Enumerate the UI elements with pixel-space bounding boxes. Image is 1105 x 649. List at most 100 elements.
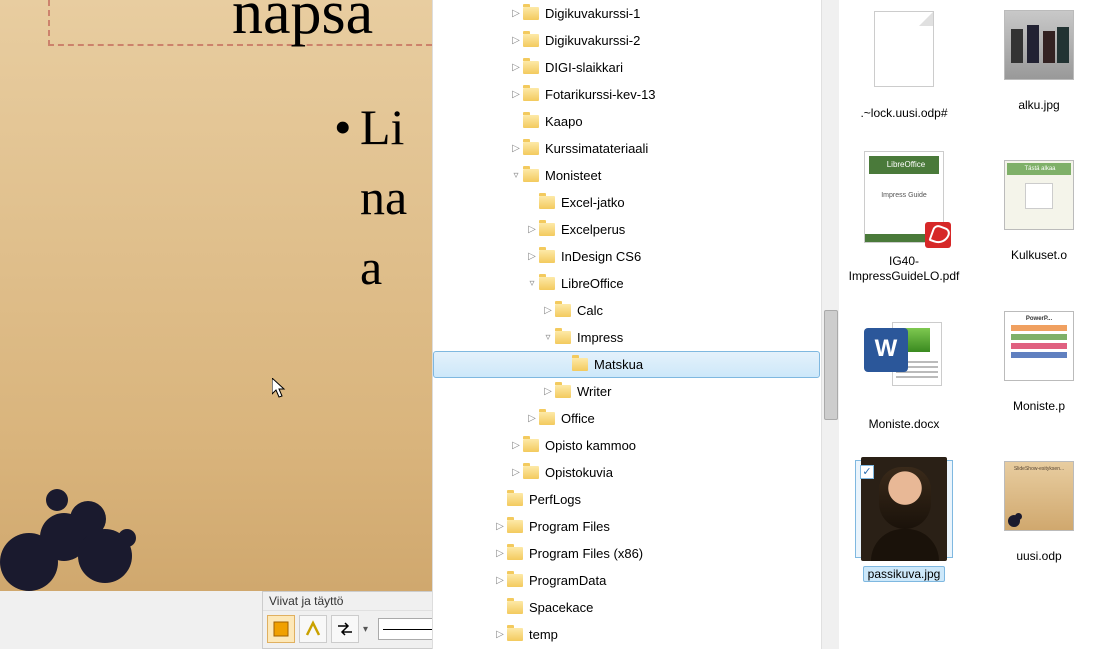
tree-folder-item[interactable]: ▷Digikuvakurssi-1 xyxy=(433,0,820,27)
file-item[interactable]: .~lock.uusi.odp# xyxy=(839,0,969,120)
tree-expander-icon[interactable]: ▷ xyxy=(509,8,523,19)
dropdown-caret-icon[interactable]: ▾ xyxy=(363,624,368,635)
tree-expander-icon[interactable]: ▷ xyxy=(493,575,507,586)
tree-folder-item[interactable]: ▷ Opistokuvia xyxy=(433,459,820,486)
folder-icon xyxy=(507,520,523,533)
slide-canvas[interactable]: napsa • Li na a xyxy=(0,0,432,591)
tree-folder-item[interactable]: ▿LibreOffice xyxy=(433,270,820,297)
tree-expander-icon[interactable]: ▷ xyxy=(509,35,523,46)
tree-expander-icon[interactable]: ▷ xyxy=(541,305,555,316)
tree-folder-item[interactable]: ▷ Fotarikurssi-kev-13 xyxy=(433,81,820,108)
tree-item-label: Digikuvakurssi-2 xyxy=(545,33,640,48)
tree-folder-item[interactable]: ▷Kurssimatateriaali xyxy=(433,135,820,162)
folder-icon xyxy=(523,34,539,47)
file-item[interactable]: ✓ passikuva.jpg xyxy=(839,460,969,582)
line-style-button[interactable] xyxy=(299,615,327,643)
tree-expander-icon[interactable]: ▷ xyxy=(509,62,523,73)
scrollbar-thumb[interactable] xyxy=(824,310,838,420)
vertical-scrollbar[interactable] xyxy=(821,0,839,649)
folder-icon xyxy=(539,277,555,290)
file-label: Moniste.p xyxy=(999,399,1079,413)
slide-title-text: napsa xyxy=(232,0,373,49)
slide-body-line: na xyxy=(360,169,407,225)
folder-icon xyxy=(507,493,523,506)
tree-expander-icon[interactable]: ▷ xyxy=(541,386,555,397)
tree-item-label: Excel-jatko xyxy=(561,195,625,210)
tree-folder-item[interactable]: ▷Office xyxy=(433,405,820,432)
tree-expander-icon[interactable]: ▿ xyxy=(525,278,539,289)
tree-folder-item[interactable]: PerfLogs xyxy=(433,486,820,513)
arrow-style-button[interactable] xyxy=(331,615,359,643)
file-thumbnail: W xyxy=(855,311,953,409)
slide-body-line: a xyxy=(360,239,382,295)
tree-expander-icon[interactable]: ▷ xyxy=(509,440,523,451)
tree-item-label: Impress xyxy=(577,330,623,345)
tree-item-label: Monisteet xyxy=(545,168,601,183)
tree-expander-icon[interactable]: ▷ xyxy=(525,251,539,262)
file-label: .~lock.uusi.odp# xyxy=(839,106,969,120)
tree-folder-item[interactable]: ▿ Monisteet xyxy=(433,162,820,189)
tree-folder-item[interactable]: ▷Program Files (x86) xyxy=(433,540,820,567)
tree-item-label: Opistokuvia xyxy=(545,465,613,480)
tree-folder-item[interactable]: ▷Opisto kammoo xyxy=(433,432,820,459)
tree-folder-item[interactable]: Kaapo xyxy=(433,108,820,135)
tree-item-label: DIGI-slaikkari xyxy=(545,60,623,75)
tree-expander-icon[interactable]: ▿ xyxy=(509,170,523,181)
tree-item-label: temp xyxy=(529,627,558,642)
tree-expander-icon[interactable]: ▷ xyxy=(493,548,507,559)
tree-expander-icon[interactable]: ▷ xyxy=(493,629,507,640)
tree-item-label: Fotarikurssi-kev-13 xyxy=(545,87,656,102)
file-label: Moniste.docx xyxy=(839,417,969,431)
file-label: passikuva.jpg xyxy=(863,566,946,582)
file-label: uusi.odp xyxy=(999,549,1079,563)
folder-icon xyxy=(507,601,523,614)
folder-icon xyxy=(523,439,539,452)
folder-icon xyxy=(539,223,555,236)
tree-item-label: Kaapo xyxy=(545,114,583,129)
tree-folder-item[interactable]: Matskua xyxy=(433,351,820,378)
slide-body-text: • Li na a xyxy=(360,92,407,302)
tree-folder-item[interactable]: Excel-jatko xyxy=(433,189,820,216)
tree-folder-item[interactable]: ▷ Writer xyxy=(433,378,820,405)
file-item[interactable]: PowerP... Moniste.p xyxy=(999,301,1079,413)
fill-color-button[interactable] xyxy=(267,615,295,643)
tree-expander-icon[interactable]: ▿ xyxy=(541,332,555,343)
tree-folder-item[interactable]: ▿ Impress xyxy=(433,324,820,351)
file-label: IG40-ImpressGuideLO.pdf xyxy=(839,254,969,283)
tree-expander-icon[interactable]: ▷ xyxy=(493,521,507,532)
tree-folder-item[interactable]: Spacekace xyxy=(433,594,820,621)
tree-folder-item[interactable]: ▷InDesign CS6 xyxy=(433,243,820,270)
folder-icon xyxy=(523,466,539,479)
file-item[interactable]: Tästä alkaaKulkuset.o xyxy=(999,150,1079,262)
folder-icon xyxy=(539,196,555,209)
ink-blot xyxy=(118,529,136,547)
folder-icon xyxy=(555,331,571,344)
file-thumbnail-pane: .~lock.uusi.odp# LibreOfficeImpress Guide… xyxy=(839,0,1105,649)
tree-folder-item[interactable]: ▷ Calc xyxy=(433,297,820,324)
tree-item-label: Writer xyxy=(577,384,611,399)
file-item[interactable]: W Moniste.docx xyxy=(839,311,969,431)
tree-item-label: Calc xyxy=(577,303,603,318)
tree-folder-item[interactable]: ▷ProgramData xyxy=(433,567,820,594)
folder-tree[interactable]: ▷Digikuvakurssi-1▷Digikuvakurssi-2▷DIGI-… xyxy=(433,0,820,649)
tree-expander-icon[interactable]: ▷ xyxy=(525,224,539,235)
folder-icon xyxy=(523,61,539,74)
tree-expander-icon[interactable]: ▷ xyxy=(525,413,539,424)
tree-item-label: PerfLogs xyxy=(529,492,581,507)
file-item[interactable]: LibreOfficeImpress GuideIG40-ImpressGuid… xyxy=(839,148,969,283)
selected-check-icon: ✓ xyxy=(860,465,874,479)
file-thumbnail: PowerP... xyxy=(1003,301,1075,391)
folder-icon xyxy=(539,250,555,263)
tree-expander-icon[interactable]: ▷ xyxy=(509,89,523,100)
tree-item-label: Program Files xyxy=(529,519,610,534)
tree-folder-item[interactable]: ▷ Program Files xyxy=(433,513,820,540)
tree-folder-item[interactable]: ▷ Digikuvakurssi-2 xyxy=(433,27,820,54)
tree-expander-icon[interactable]: ▷ xyxy=(509,467,523,478)
tree-folder-item[interactable]: ▷Excelperus xyxy=(433,216,820,243)
folder-icon xyxy=(507,547,523,560)
file-item[interactable]: SlideShow-esityksen...uusi.odp xyxy=(999,451,1079,563)
file-item[interactable]: alku.jpg xyxy=(999,0,1079,112)
tree-folder-item[interactable]: ▷ temp xyxy=(433,621,820,648)
tree-folder-item[interactable]: ▷ DIGI-slaikkari xyxy=(433,54,820,81)
tree-expander-icon[interactable]: ▷ xyxy=(509,143,523,154)
